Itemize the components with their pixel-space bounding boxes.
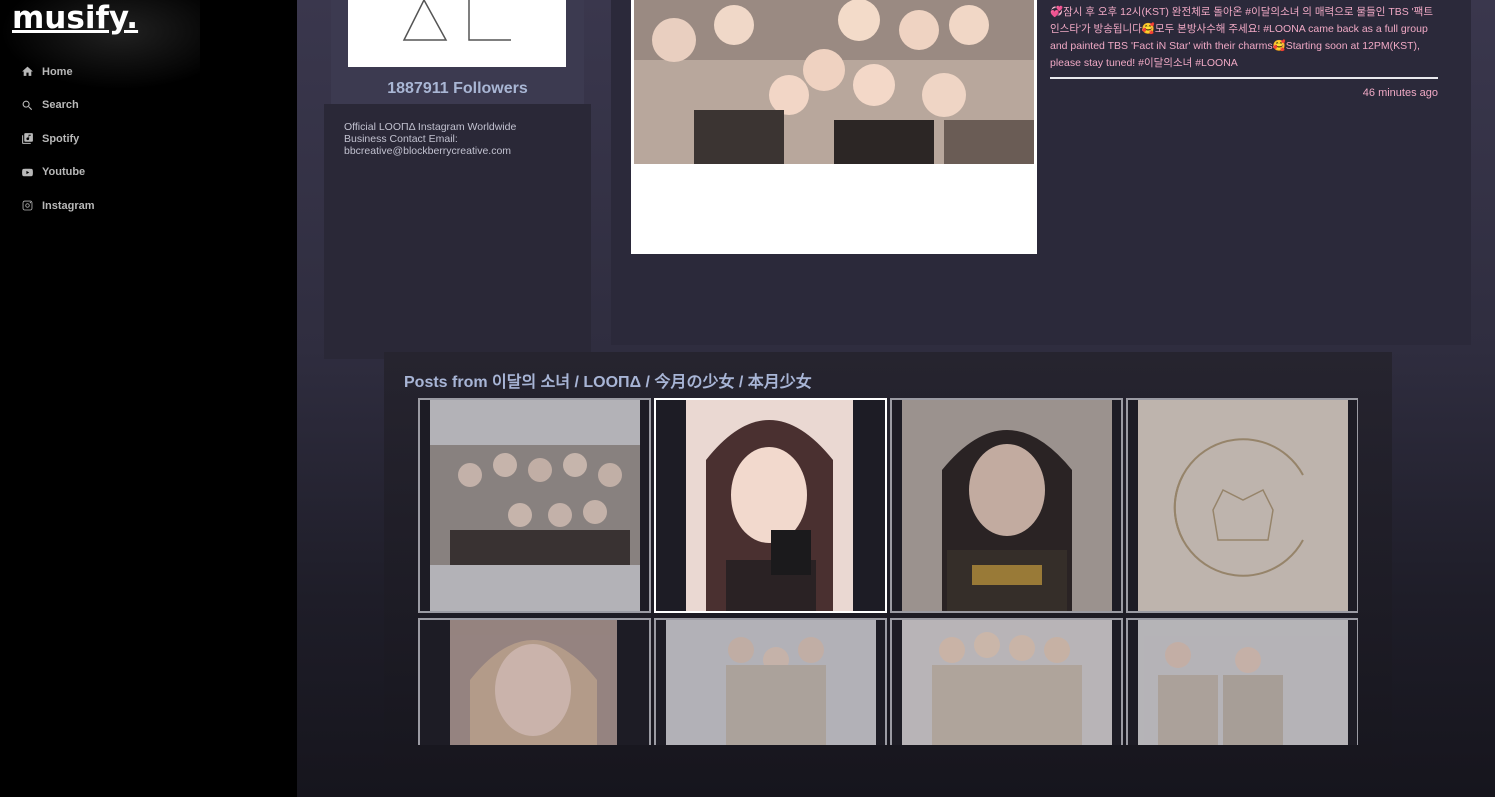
post-caption: 💞잠시 후 오후 12시(KST) 완전체로 돌아온 #이달의소녀 의 매력으로… [1050,6,1434,69]
library-icon [20,132,34,146]
posts-section: Posts from 이달의 소녀 / LOOΠΔ / 今月の少女 / 本月少女 [384,352,1392,777]
post-thumbnail[interactable] [418,398,651,613]
youtube-icon [20,165,34,179]
sidebar-item-spotify[interactable]: Spotify [20,122,280,156]
home-icon [20,65,34,79]
thumbnail-image [686,400,853,611]
thumbnail-image [1138,620,1348,745]
post-thumbnail-selected[interactable] [654,398,887,613]
profile-image [348,0,566,67]
posts-grid [418,398,1358,745]
thumbnail-image [430,400,640,611]
thumbnail-image [666,620,876,745]
instagram-icon [20,199,34,213]
search-icon [20,98,34,112]
post-thumbnail[interactable] [1126,398,1358,613]
post-image[interactable] [631,0,1037,254]
posts-section-title: Posts from 이달의 소녀 / LOOΠΔ / 今月の少女 / 本月少女 [404,374,812,391]
featured-post: 💞잠시 후 오후 12시(KST) 완전체로 돌아온 #이달의소녀 의 매력으로… [611,0,1471,345]
post-thumbnail[interactable] [890,398,1123,613]
bio-line: Business Contact Email: [344,133,458,145]
sidebar-item-label: Search [42,99,79,112]
bio-line: Official LOOΠΔ Instagram Worldwide [344,121,517,133]
sidebar-item-label: Instagram [42,199,95,212]
profile-bio: Official LOOΠΔ Instagram Worldwide Busin… [344,121,574,157]
followers-count: 1887911 Followers [387,80,528,97]
post-timestamp: 46 minutes ago [1362,87,1438,99]
sidebar-item-search[interactable]: Search [20,89,280,123]
main-content: 1887911 Followers Official LOOΠΔ Instagr… [297,0,1495,797]
sidebar-item-label: Home [42,65,73,78]
thumbnail-image [450,620,617,745]
sidebar-item-label: Spotify [42,132,80,145]
sidebar-item-instagram[interactable]: Instagram [20,189,280,223]
bio-email: bbcreative@blockberrycreative.com [344,145,512,157]
thumbnail-image [902,620,1112,745]
post-thumbnail[interactable] [890,618,1123,745]
thumbnail-image [1138,400,1348,611]
app-logo[interactable]: musify. [12,0,138,36]
sidebar-item-label: Youtube [42,166,86,179]
sidebar-item-youtube[interactable]: Youtube [20,156,280,190]
divider [1050,77,1438,79]
thumbnail-image [902,400,1112,611]
group-photo [634,0,1034,164]
sidebar-nav: Home Search Spotify Youtube Instagram [20,55,280,223]
sidebar-item-home[interactable]: Home [20,55,280,89]
bio-box: Official LOOΠΔ Instagram Worldwide Busin… [324,104,591,359]
post-thumbnail[interactable] [1126,618,1358,745]
post-thumbnail[interactable] [654,618,887,745]
post-thumbnail[interactable] [418,618,651,745]
sidebar: musify. Home Search Spotify Youtube Inst… [0,0,297,797]
